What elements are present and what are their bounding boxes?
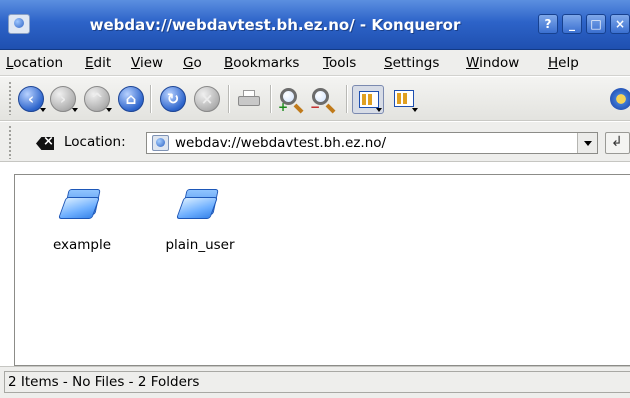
toolbar-grip-icon[interactable] <box>8 81 12 115</box>
file-item-example[interactable]: example <box>37 187 127 253</box>
back-history-arrow-icon[interactable] <box>40 108 46 112</box>
file-name: example <box>52 237 112 253</box>
main-toolbar: ‹ › ^ ⌂ ↻ × + − <box>0 77 630 121</box>
go-button[interactable] <box>605 132 630 154</box>
toolbar-separator <box>346 85 347 113</box>
view-mode-arrow-icon[interactable] <box>376 108 382 112</box>
stop-icon[interactable]: × <box>194 86 220 112</box>
title-bar: webdav://webdavtest.bh.ez.no/ - Konquero… <box>0 0 630 50</box>
status-text: 2 Items - No Files - 2 Folders <box>4 371 630 393</box>
up-history-arrow-icon[interactable] <box>106 108 112 112</box>
minimize-button[interactable]: _ <box>562 14 582 34</box>
clear-location-icon[interactable] <box>36 137 54 150</box>
file-name: plain_user <box>165 237 235 253</box>
webdav-site-icon <box>152 135 169 151</box>
window-title: webdav://webdavtest.bh.ez.no/ - Konquero… <box>89 16 461 34</box>
close-button[interactable]: × <box>610 14 630 34</box>
menu-edit[interactable]: Edit <box>85 55 111 71</box>
tree-view-arrow-icon[interactable] <box>412 108 418 112</box>
konqueror-app-icon[interactable] <box>8 14 30 34</box>
reload-icon[interactable]: ↻ <box>160 86 186 112</box>
menu-bookmarks[interactable]: Bookmarks <box>224 55 299 71</box>
menu-bar: Location Edit View Go Bookmarks Tools Se… <box>0 50 630 76</box>
location-input[interactable]: webdav://webdavtest.bh.ez.no/ <box>146 132 598 154</box>
location-grip-icon[interactable] <box>8 125 12 159</box>
zoom-in-icon[interactable]: + <box>278 86 306 114</box>
folder-icon <box>57 187 102 223</box>
folder-icon <box>175 187 220 223</box>
menu-help[interactable]: Help <box>548 55 579 71</box>
zoom-out-icon[interactable]: − <box>310 86 338 114</box>
gear-icon[interactable] <box>610 88 630 110</box>
menu-settings[interactable]: Settings <box>384 55 439 71</box>
location-label: Location: <box>64 134 126 150</box>
home-icon[interactable]: ⌂ <box>118 86 144 112</box>
menu-go[interactable]: Go <box>183 55 202 71</box>
status-bar: 2 Items - No Files - 2 Folders <box>0 366 630 398</box>
location-toolbar: Location: webdav://webdavtest.bh.ez.no/ <box>0 122 630 162</box>
forward-history-arrow-icon[interactable] <box>72 108 78 112</box>
help-button[interactable]: ? <box>538 14 558 34</box>
file-view[interactable]: example plain_user <box>14 174 630 366</box>
menu-tools[interactable]: Tools <box>323 55 356 71</box>
print-icon[interactable] <box>236 88 262 110</box>
menu-view[interactable]: View <box>131 55 163 71</box>
maximize-button[interactable]: □ <box>586 14 606 34</box>
file-item-plain-user[interactable]: plain_user <box>155 187 245 253</box>
toolbar-separator <box>270 85 271 113</box>
toolbar-separator <box>150 85 151 113</box>
menu-window[interactable]: Window <box>466 55 519 71</box>
location-dropdown-button[interactable] <box>577 133 597 153</box>
menu-location[interactable]: Location <box>6 55 63 71</box>
toolbar-separator <box>228 85 229 113</box>
